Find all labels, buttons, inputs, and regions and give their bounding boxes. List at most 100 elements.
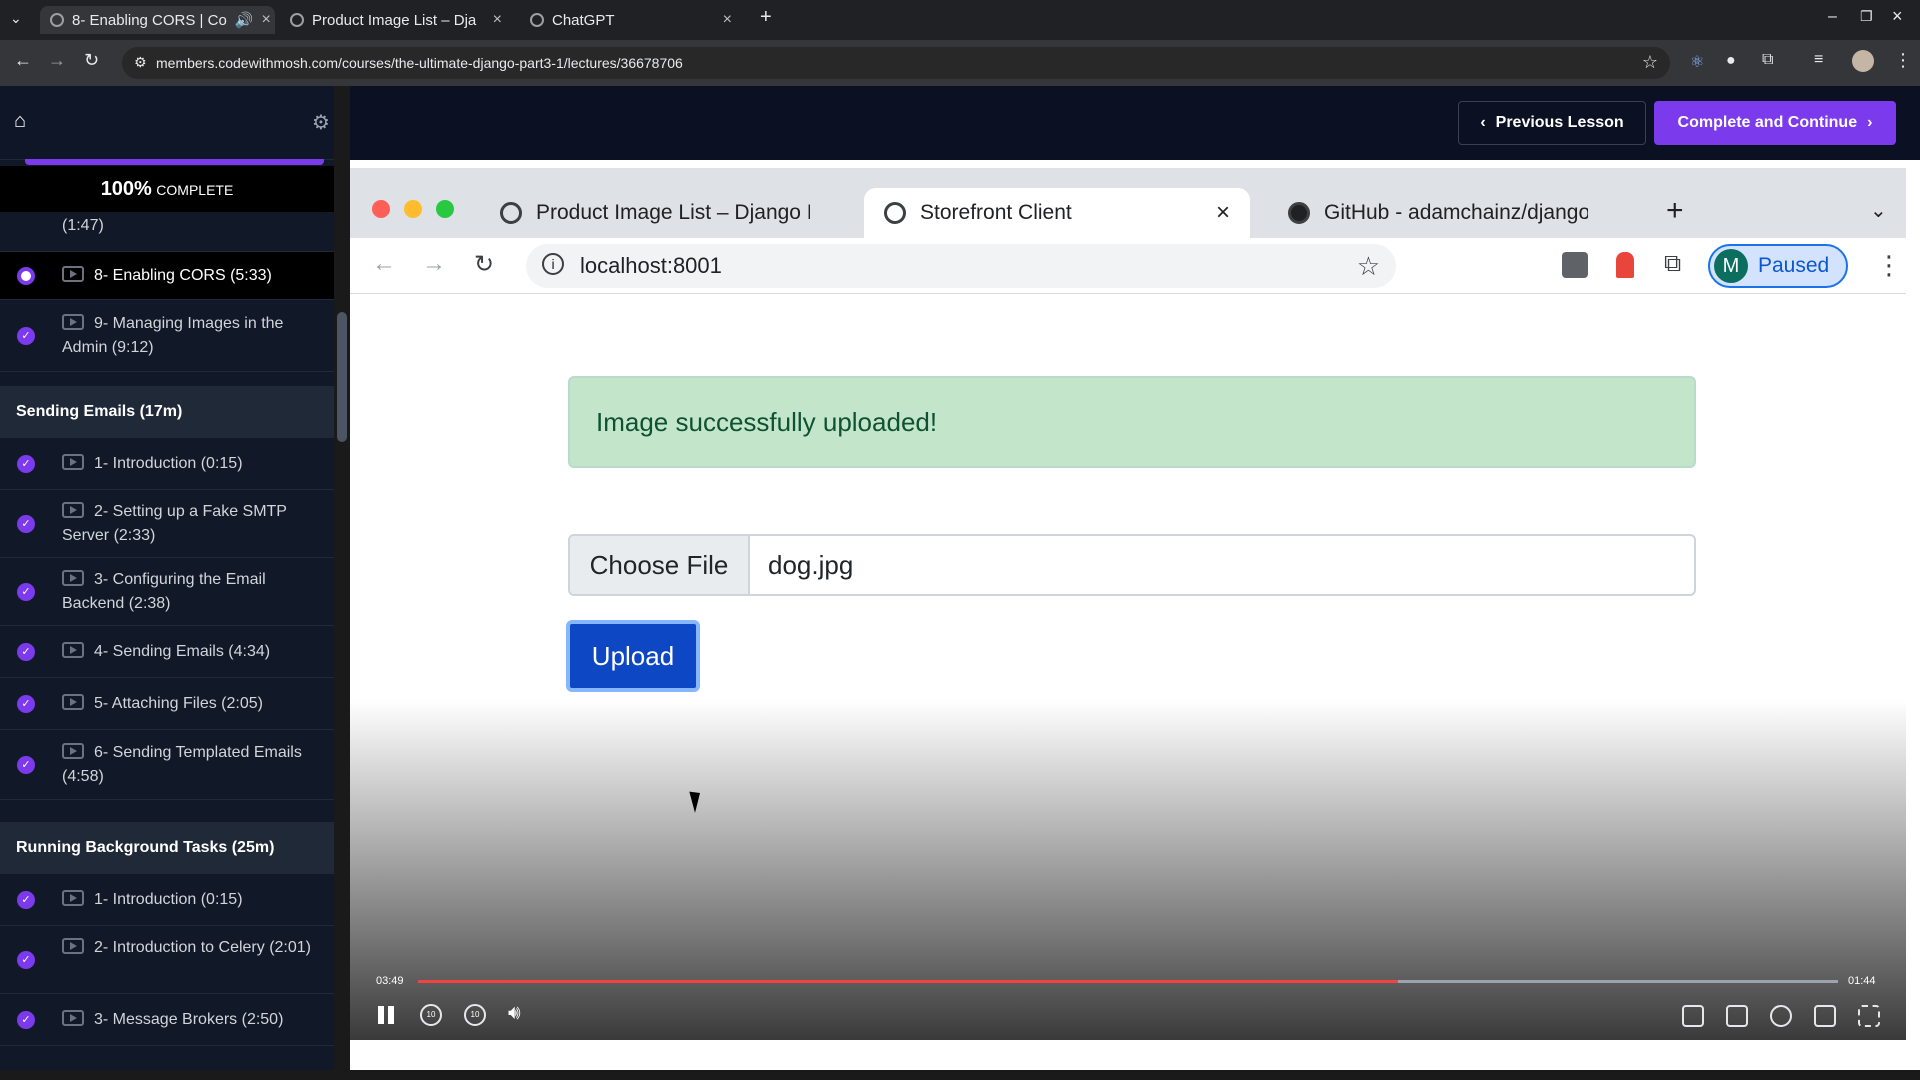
- check-icon: ✓: [17, 643, 35, 661]
- chevron-left-icon: ‹: [1480, 114, 1486, 131]
- fullscreen-icon[interactable]: [1858, 1005, 1880, 1027]
- lesson-item[interactable]: (1:47): [0, 212, 334, 252]
- notes-icon[interactable]: [1726, 1005, 1748, 1027]
- rewind-10-icon[interactable]: 10: [420, 1004, 442, 1026]
- section-header[interactable]: Running Background Tasks (25m): [0, 822, 334, 874]
- check-icon: ✓: [17, 583, 35, 601]
- media-icon[interactable]: ≡: [1814, 51, 1823, 69]
- avatar[interactable]: [1852, 50, 1874, 72]
- lesson-item[interactable]: ✓ 5- Attaching Files (2:05): [0, 678, 334, 730]
- scrollbar-thumb[interactable]: [337, 312, 347, 442]
- check-icon: ✓: [17, 1011, 35, 1029]
- site-info-icon[interactable]: ⚙: [134, 54, 147, 71]
- back-icon: ←: [372, 250, 396, 277]
- lesson-item[interactable]: ✓ 3- Configuring the Email Backend (2:38): [0, 558, 334, 626]
- seek-bar-played: [418, 980, 1398, 983]
- extension-icon[interactable]: ⚛: [1690, 52, 1704, 72]
- file-name: dog.jpg: [768, 549, 854, 580]
- forward-icon[interactable]: →: [48, 50, 66, 71]
- gear-icon[interactable]: ⚙: [312, 110, 330, 135]
- video-icon: [62, 314, 84, 330]
- browser-tab-active[interactable]: 8- Enabling CORS | Co 🔊 ×: [40, 6, 275, 34]
- section-header[interactable]: Sending Emails (17m): [0, 386, 334, 438]
- video-tab: Product Image List – Django RE×: [480, 188, 810, 238]
- menu-icon: ⋮: [1876, 250, 1902, 280]
- lesson-item[interactable]: ✓ 2- Setting up a Fake SMTP Server (2:33): [0, 490, 334, 558]
- browser-tab[interactable]: Product Image List – Dja ×: [280, 6, 512, 34]
- sidebar-header: ⌂ ⚙: [0, 86, 334, 160]
- check-icon: ✓: [17, 327, 35, 345]
- seek-bar[interactable]: [418, 980, 1838, 983]
- close-tab-icon: ×: [1215, 199, 1230, 226]
- course-progress-bar: [25, 159, 324, 165]
- upload-button: Upload: [566, 620, 700, 692]
- check-icon: ✓: [17, 756, 35, 774]
- video-icon: [62, 890, 84, 906]
- forward-10-icon[interactable]: 10: [464, 1004, 486, 1026]
- video-icon: [62, 743, 84, 759]
- previous-lesson-button[interactable]: ‹ Previous Lesson: [1458, 101, 1646, 145]
- page-bottom-bar: [0, 1070, 1920, 1080]
- info-icon: i: [542, 253, 564, 275]
- globe-icon: [50, 13, 64, 27]
- bookmark-star-icon: ☆: [1356, 251, 1380, 281]
- lesson-item[interactable]: ✓ 3- Message Brokers (2:50): [0, 994, 334, 1046]
- video-icon: [62, 570, 84, 586]
- complete-and-continue-button[interactable]: Complete and Continue ›: [1654, 101, 1896, 145]
- captions-icon[interactable]: [1682, 1005, 1704, 1027]
- mac-minimize-dot: [404, 200, 422, 218]
- browser-tab[interactable]: ChatGPT ×: [520, 6, 742, 34]
- video-icon: [62, 694, 84, 710]
- lesson-item[interactable]: ✓ 1- Introduction (0:15): [0, 438, 334, 490]
- audio-icon[interactable]: 🔊: [235, 11, 254, 29]
- time-remaining: 01:44: [1848, 975, 1876, 987]
- close-tab-icon[interactable]: ×: [723, 11, 732, 29]
- lesson-item[interactable]: ✓ 9- Managing Images in the Admin (9:12): [0, 300, 334, 372]
- address-bar[interactable]: ⚙ members.codewithmosh.com/courses/the-u…: [122, 47, 1670, 79]
- close-tab-icon[interactable]: ×: [262, 11, 271, 29]
- globe-icon: [290, 13, 304, 27]
- chatgpt-icon: [530, 13, 544, 27]
- settings-icon[interactable]: [1770, 1005, 1792, 1027]
- in-progress-icon: [17, 267, 35, 285]
- video-icon: [62, 266, 84, 282]
- new-tab-icon[interactable]: +: [760, 6, 772, 29]
- video-player[interactable]: Product Image List – Django RE× Storefro…: [350, 160, 1906, 1040]
- check-icon: ✓: [17, 891, 35, 909]
- video-icon: [62, 502, 84, 518]
- extension-icon: [1616, 252, 1634, 278]
- bookmark-star-icon[interactable]: ☆: [1642, 52, 1658, 73]
- pause-icon[interactable]: [378, 1006, 384, 1024]
- reload-icon[interactable]: ↻: [84, 50, 99, 71]
- tab-list-chevron-icon[interactable]: ⌄: [10, 10, 22, 27]
- video-icon: [62, 938, 84, 954]
- sidebar-scrollbar[interactable]: [334, 86, 350, 1070]
- back-icon[interactable]: ←: [14, 50, 32, 71]
- check-icon: ✓: [17, 455, 35, 473]
- minimize-icon[interactable]: –: [1828, 8, 1837, 26]
- close-window-icon[interactable]: ×: [1892, 6, 1903, 27]
- file-input: Choose File dog.jpg: [568, 534, 1696, 596]
- home-icon[interactable]: ⌂: [14, 110, 26, 133]
- extension-icon[interactable]: ●: [1726, 52, 1736, 70]
- lesson-item-current[interactable]: 8- Enabling CORS (5:33): [0, 252, 334, 300]
- close-tab-icon[interactable]: ×: [493, 11, 502, 29]
- lesson-item[interactable]: ✓ 1- Introduction (0:15): [0, 874, 334, 926]
- profile-paused-chip: M Paused: [1708, 244, 1848, 288]
- lesson-item[interactable]: ✓ 6- Sending Templated Emails (4:58): [0, 730, 334, 800]
- mac-close-dot: [372, 200, 390, 218]
- extension-icon: [1562, 252, 1588, 278]
- chevron-down-icon: ⌄: [1870, 200, 1887, 222]
- video-icon: [62, 642, 84, 658]
- menu-icon[interactable]: ⋮: [1894, 50, 1912, 71]
- volume-icon[interactable]: 🔊︎: [508, 1002, 521, 1025]
- maximize-icon[interactable]: ❐: [1860, 8, 1873, 25]
- lesson-item[interactable]: ✓ 4- Sending Emails (4:34): [0, 626, 334, 678]
- lesson-item[interactable]: ✓ 2- Introduction to Celery (2:01): [0, 926, 334, 994]
- puzzle-icon[interactable]: ⧉: [1762, 51, 1773, 69]
- choose-file-button: Choose File: [570, 536, 750, 594]
- globe-icon: [884, 202, 906, 224]
- browser-tabbar: ⌄ 8- Enabling CORS | Co 🔊 × Product Imag…: [0, 0, 1920, 40]
- progress-label: 100% COMPLETE: [0, 166, 334, 212]
- picture-in-picture-icon[interactable]: [1814, 1005, 1836, 1027]
